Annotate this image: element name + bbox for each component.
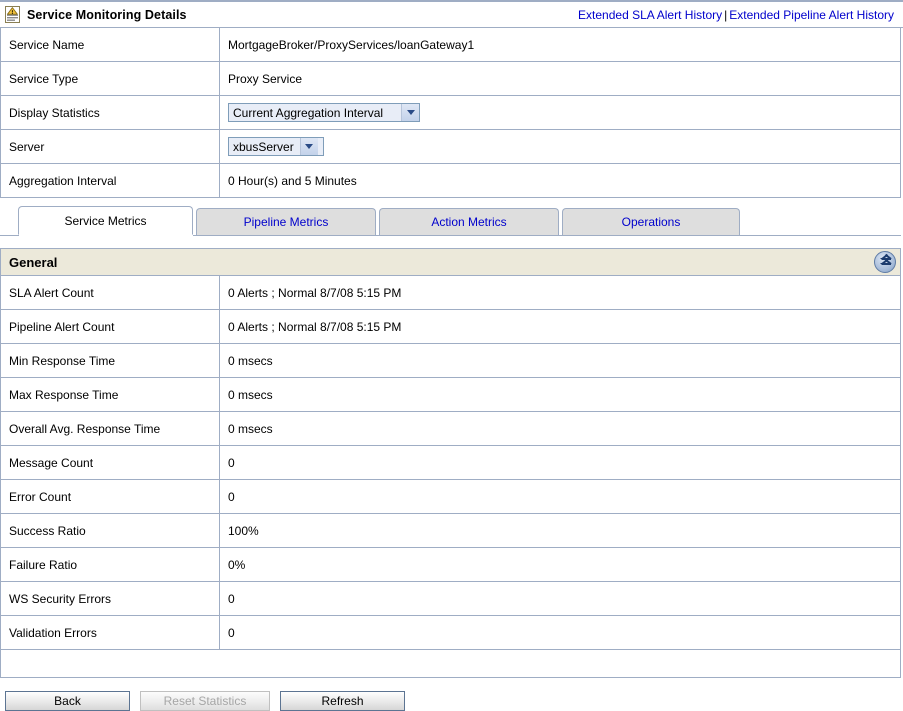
table-row: Service Type Proxy Service: [1, 62, 901, 96]
display-statistics-label: Display Statistics: [1, 96, 220, 130]
table-row: SLA Alert Count 0 Alerts ; Normal 8/7/08…: [1, 276, 901, 310]
error-count-label: Error Count: [1, 480, 220, 514]
extended-pipeline-alert-history-link[interactable]: Extended Pipeline Alert History: [729, 8, 894, 22]
failure-ratio-value: 0%: [220, 548, 901, 582]
tab-label: Operations: [622, 215, 681, 229]
double-chevron-up-icon[interactable]: [874, 251, 896, 273]
failure-ratio-label: Failure Ratio: [1, 548, 220, 582]
message-count-value: 0: [220, 446, 901, 480]
service-type-label: Service Type: [1, 62, 220, 96]
success-ratio-value: 100%: [220, 514, 901, 548]
pipeline-alert-count-value: 0 Alerts ; Normal 8/7/08 5:15 PM: [220, 310, 901, 344]
min-response-time-label: Min Response Time: [1, 344, 220, 378]
server-cell: xbusServer: [220, 130, 901, 164]
extended-sla-alert-history-link[interactable]: Extended SLA Alert History: [578, 8, 722, 22]
service-details-table: Service Name MortgageBroker/ProxyService…: [0, 28, 901, 198]
metrics-rows: SLA Alert Count 0 Alerts ; Normal 8/7/08…: [1, 276, 901, 678]
service-name-value: MortgageBroker/ProxyServices/loanGateway…: [220, 28, 901, 62]
table-row: Min Response Time 0 msecs: [1, 344, 901, 378]
server-selected-value: xbusServer: [229, 138, 300, 155]
aggregation-interval-label: Aggregation Interval: [1, 164, 220, 198]
overall-avg-response-time-value: 0 msecs: [220, 412, 901, 446]
min-response-time-value: 0 msecs: [220, 344, 901, 378]
chevron-down-icon[interactable]: [401, 104, 419, 121]
max-response-time-value: 0 msecs: [220, 378, 901, 412]
server-select[interactable]: xbusServer: [228, 137, 324, 156]
max-response-time-label: Max Response Time: [1, 378, 220, 412]
table-row: WS Security Errors 0: [1, 582, 901, 616]
general-metrics-table: SLA Alert Count 0 Alerts ; Normal 8/7/08…: [0, 276, 901, 678]
ws-security-errors-label: WS Security Errors: [1, 582, 220, 616]
sla-alert-count-value: 0 Alerts ; Normal 8/7/08 5:15 PM: [220, 276, 901, 310]
tab-list: Service Metrics Pipeline Metrics Action …: [18, 206, 903, 235]
success-ratio-label: Success Ratio: [1, 514, 220, 548]
table-row: Service Name MortgageBroker/ProxyService…: [1, 28, 901, 62]
sla-alert-count-label: SLA Alert Count: [1, 276, 220, 310]
overall-avg-response-time-label: Overall Avg. Response Time: [1, 412, 220, 446]
metrics-tabs: Service Metrics Pipeline Metrics Action …: [0, 206, 903, 243]
page-header-left: Service Monitoring Details: [5, 6, 187, 23]
server-label: Server: [1, 130, 220, 164]
tabs-underline: [0, 235, 901, 243]
page-title: Service Monitoring Details: [27, 8, 187, 22]
tab-operations[interactable]: Operations: [562, 208, 740, 235]
service-name-label: Service Name: [1, 28, 220, 62]
aggregation-interval-value: 0 Hour(s) and 5 Minutes: [220, 164, 901, 198]
header-links: Extended SLA Alert History|Extended Pipe…: [578, 8, 897, 22]
table-row: Display Statistics Current Aggregation I…: [1, 96, 901, 130]
display-statistics-select[interactable]: Current Aggregation Interval: [228, 103, 420, 122]
display-statistics-cell: Current Aggregation Interval: [220, 96, 901, 130]
tab-service-metrics[interactable]: Service Metrics: [18, 206, 193, 235]
tab-label: Action Metrics: [431, 215, 506, 229]
table-row: Max Response Time 0 msecs: [1, 378, 901, 412]
table-row: Server xbusServer: [1, 130, 901, 164]
table-row: Success Ratio 100%: [1, 514, 901, 548]
page-header: Service Monitoring Details Extended SLA …: [0, 0, 903, 28]
refresh-button[interactable]: Refresh: [280, 691, 405, 711]
section-title: General: [9, 255, 57, 270]
general-section-header: General: [0, 248, 901, 276]
validation-errors-label: Validation Errors: [1, 616, 220, 650]
tab-action-metrics[interactable]: Action Metrics: [379, 208, 559, 235]
table-row: Pipeline Alert Count 0 Alerts ; Normal 8…: [1, 310, 901, 344]
tab-label: Service Metrics: [64, 214, 146, 228]
pipeline-alert-count-label: Pipeline Alert Count: [1, 310, 220, 344]
display-statistics-selected-value: Current Aggregation Interval: [229, 104, 401, 121]
table-row: Failure Ratio 0%: [1, 548, 901, 582]
tab-pipeline-metrics[interactable]: Pipeline Metrics: [196, 208, 376, 235]
validation-errors-value: 0: [220, 616, 901, 650]
reset-statistics-button: Reset Statistics: [140, 691, 270, 711]
chevron-down-icon[interactable]: [300, 138, 318, 155]
ws-security-errors-value: 0: [220, 582, 901, 616]
table-row: Validation Errors 0: [1, 616, 901, 650]
table-row: Message Count 0: [1, 446, 901, 480]
message-count-label: Message Count: [1, 446, 220, 480]
error-count-value: 0: [220, 480, 901, 514]
table-row: Aggregation Interval 0 Hour(s) and 5 Min…: [1, 164, 901, 198]
document-warning-icon: [5, 6, 20, 23]
table-row: Overall Avg. Response Time 0 msecs: [1, 412, 901, 446]
service-type-value: Proxy Service: [220, 62, 901, 96]
table-row: Error Count 0: [1, 480, 901, 514]
table-footer-spacer: [1, 650, 901, 678]
tab-label: Pipeline Metrics: [244, 215, 329, 229]
back-button[interactable]: Back: [5, 691, 130, 711]
table-footer-row: [1, 650, 901, 678]
action-buttons: Back Reset Statistics Refresh: [0, 691, 903, 711]
